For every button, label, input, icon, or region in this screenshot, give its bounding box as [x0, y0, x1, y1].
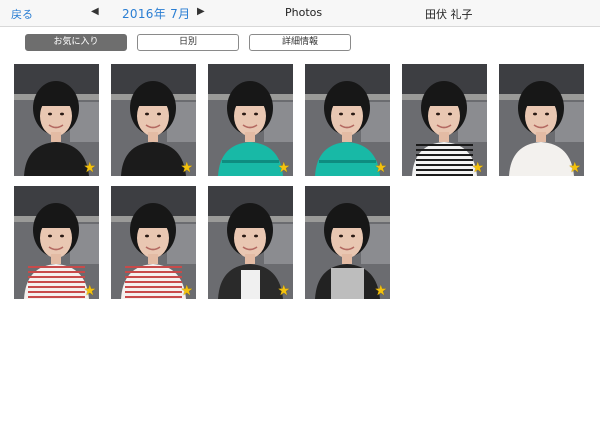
top-bar: 戻る ◀ 2016年 7月 ▶ Photos 田伏 礼子 — [0, 0, 600, 27]
favorite-star-icon[interactable]: ★ — [180, 284, 193, 298]
user-name: 田伏 礼子 — [425, 8, 473, 21]
favorite-star-icon[interactable]: ★ — [277, 161, 290, 175]
tab-daily[interactable]: 日別 — [137, 34, 239, 51]
favorite-star-icon[interactable]: ★ — [83, 284, 96, 298]
favorite-star-icon[interactable]: ★ — [568, 161, 581, 175]
tab-favorites[interactable]: お気に入り — [25, 34, 127, 51]
photo-thumbnail[interactable]: ★ — [402, 64, 487, 176]
page-title: Photos — [285, 6, 323, 19]
back-button[interactable]: 戻る — [11, 6, 33, 22]
photo-thumbnail[interactable]: ★ — [14, 186, 99, 299]
favorite-star-icon[interactable]: ★ — [180, 161, 193, 175]
photo-thumbnail[interactable]: ★ — [111, 64, 196, 176]
photo-thumbnail[interactable]: ★ — [499, 64, 584, 176]
prev-month-icon[interactable]: ◀ — [91, 6, 99, 17]
photo-thumbnail[interactable]: ★ — [14, 64, 99, 176]
photo-thumbnail[interactable]: ★ — [208, 186, 293, 299]
photo-thumbnail[interactable]: ★ — [111, 186, 196, 299]
favorite-star-icon[interactable]: ★ — [374, 161, 387, 175]
favorite-star-icon[interactable]: ★ — [277, 284, 290, 298]
favorite-star-icon[interactable]: ★ — [83, 161, 96, 175]
favorite-star-icon[interactable]: ★ — [471, 161, 484, 175]
photo-thumbnail[interactable]: ★ — [305, 186, 390, 299]
photo-thumbnail[interactable]: ★ — [208, 64, 293, 176]
tab-details[interactable]: 詳細情報 — [249, 34, 351, 51]
next-month-icon[interactable]: ▶ — [197, 6, 205, 17]
photo-thumbnail[interactable]: ★ — [305, 64, 390, 176]
favorite-star-icon[interactable]: ★ — [374, 284, 387, 298]
month-label[interactable]: 2016年 7月 — [122, 5, 190, 22]
